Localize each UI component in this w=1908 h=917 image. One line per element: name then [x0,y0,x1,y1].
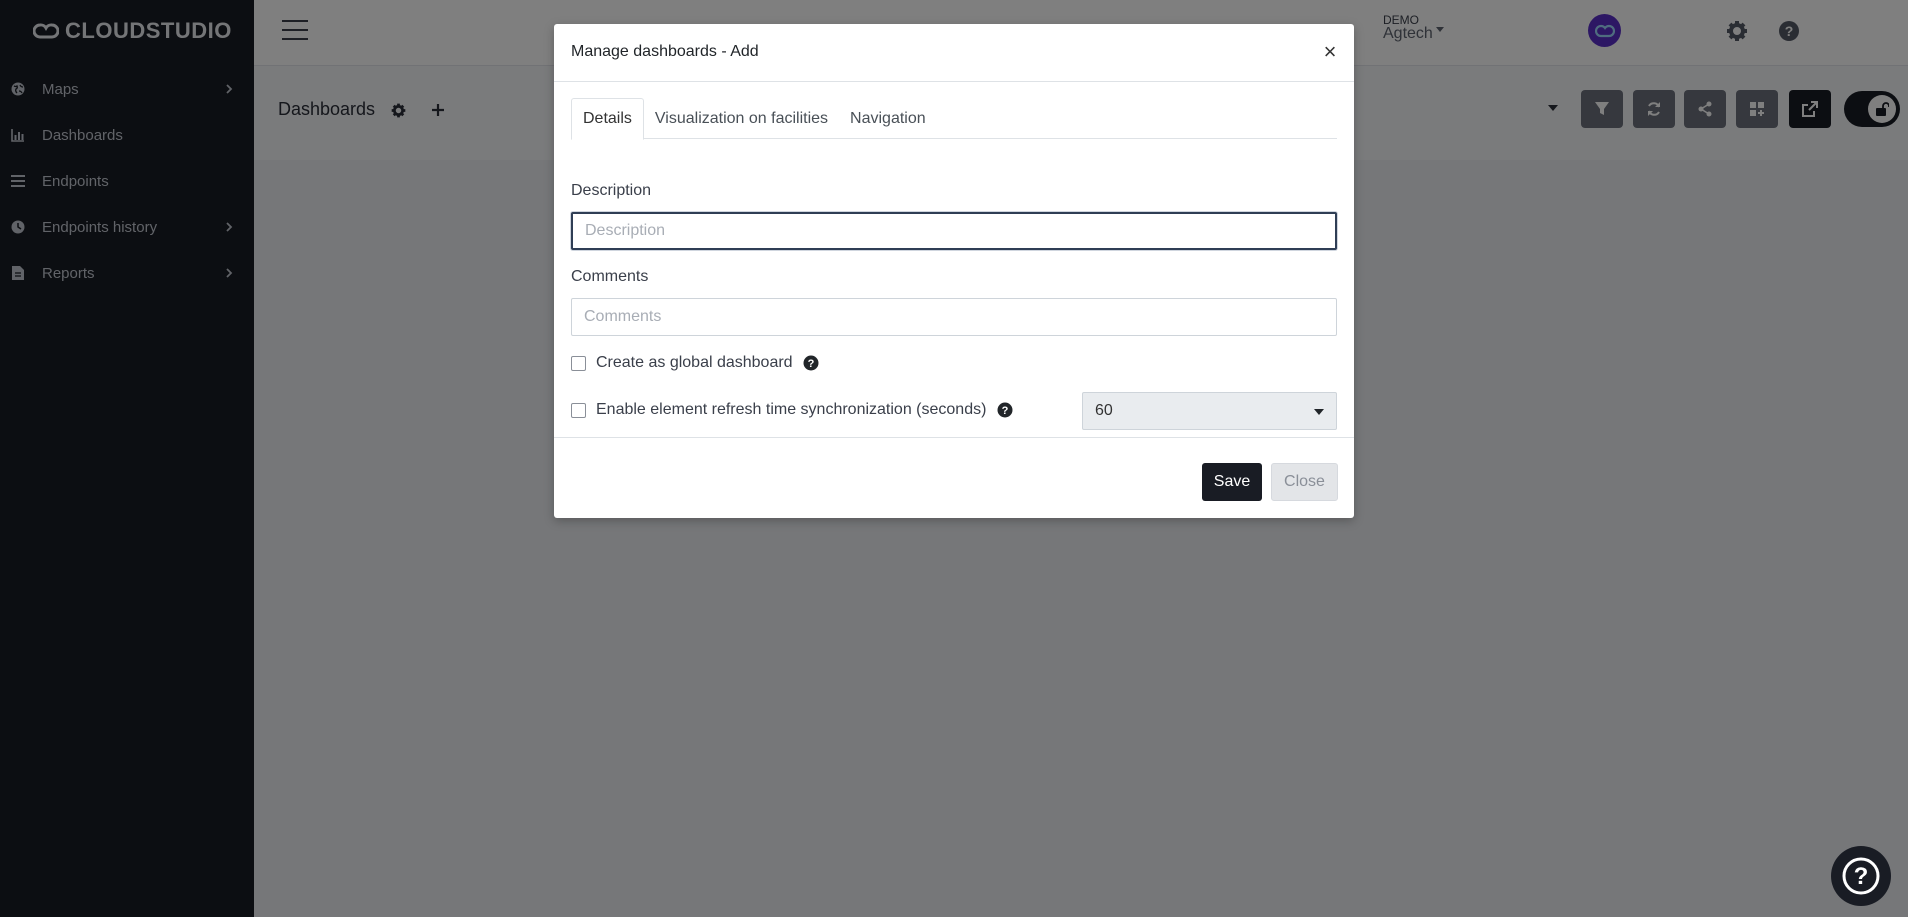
modal-tabs: Details Visualization on facilities Navi… [571,98,1337,140]
modal-footer: Save Close [554,438,1354,518]
refresh-sync-label: Enable element refresh time synchronizat… [596,401,987,418]
close-button[interactable]: Close [1271,463,1338,501]
description-label: Description [571,182,652,199]
modal-body: Details Visualization on facilities Navi… [554,82,1354,438]
refresh-seconds-select[interactable]: 60 [1082,392,1337,430]
svg-text:?: ? [808,358,815,370]
svg-text:?: ? [1854,863,1869,890]
global-dashboard-checkbox[interactable] [571,355,586,371]
comments-input[interactable] [571,298,1337,336]
help-circle-icon: ? [1842,857,1880,895]
modal-header: Manage dashboards - Add × [554,24,1354,82]
question-circle-icon[interactable]: ? [803,355,820,372]
save-button[interactable]: Save [1202,463,1262,501]
description-input[interactable] [571,212,1337,250]
tab-navigation[interactable]: Navigation [839,98,937,139]
question-circle-icon[interactable]: ? [996,402,1013,419]
modal-title: Manage dashboards - Add [571,43,759,60]
global-dashboard-label: Create as global dashboard [596,354,793,371]
manage-dashboards-modal: Manage dashboards - Add × Details Visual… [554,24,1354,518]
svg-text:?: ? [1002,405,1009,417]
refresh-sync-row: Enable element refresh time synchronizat… [571,401,1013,419]
close-icon[interactable]: × [1320,41,1340,63]
tab-details[interactable]: Details [571,98,644,140]
tab-visualization-on-facilities[interactable]: Visualization on facilities [644,98,839,139]
help-chat-button[interactable]: ? [1831,846,1891,906]
comments-label: Comments [571,268,649,285]
global-dashboard-row: Create as global dashboard ? [571,354,820,372]
refresh-seconds-value: 60 [1095,402,1113,419]
refresh-sync-checkbox[interactable] [571,402,586,418]
caret-down-icon [1314,409,1324,415]
